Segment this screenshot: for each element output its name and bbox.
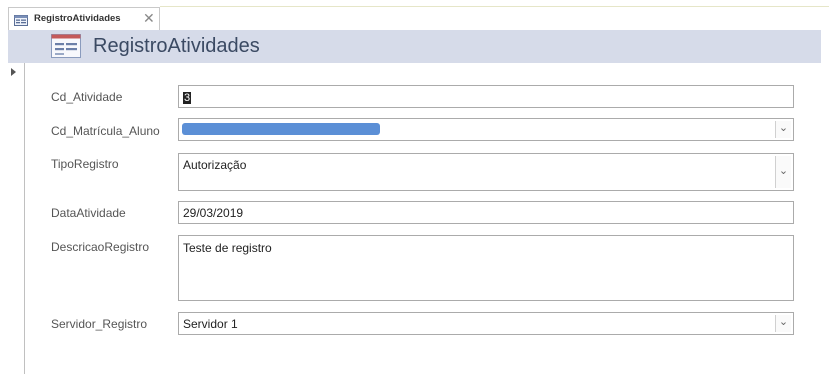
tipo-registro-value: Autorização xyxy=(183,158,247,172)
descricao-registro-textarea[interactable]: Teste de registro xyxy=(178,235,794,301)
document-tab-strip: RegistroAtividades ✕ xyxy=(0,0,829,30)
tipo-registro-combobox[interactable]: Autorização ⌄ xyxy=(178,153,794,191)
tipo-registro-dropdown-button[interactable]: ⌄ xyxy=(775,156,791,188)
descricao-registro-label: DescricaoRegistro xyxy=(51,240,150,254)
cd-atividade-value: 3 xyxy=(183,92,192,104)
cd-atividade-field[interactable]: 3 xyxy=(178,85,794,108)
chevron-down-icon: ⌄ xyxy=(778,164,789,177)
chevron-down-icon: ⌄ xyxy=(778,122,789,134)
data-atividade-label: DataAtividade xyxy=(51,206,126,220)
form-title: RegistroAtividades xyxy=(93,35,260,57)
cd-matricula-label: Cd_Matrícula_Aluno xyxy=(51,124,160,138)
chevron-down-icon: ⌄ xyxy=(778,316,789,328)
tipo-registro-label: TipoRegistro xyxy=(51,157,119,171)
close-icon[interactable]: ✕ xyxy=(143,10,155,27)
data-atividade-field[interactable]: 29/03/2019 xyxy=(178,201,794,224)
record-selector[interactable] xyxy=(8,63,25,374)
servidor-registro-value: Servidor 1 xyxy=(183,317,238,331)
servidor-registro-label: Servidor_Registro xyxy=(51,317,148,331)
descricao-registro-value: Teste de registro xyxy=(183,241,272,255)
servidor-registro-dropdown-button[interactable]: ⌄ xyxy=(775,315,791,332)
cd-atividade-label: Cd_Atividade xyxy=(51,90,123,104)
form-header: RegistroAtividades xyxy=(8,30,821,63)
servidor-registro-combobox[interactable]: Servidor 1 ⌄ xyxy=(178,312,794,335)
data-atividade-value: 29/03/2019 xyxy=(183,206,244,220)
tab-label: RegistroAtividades xyxy=(34,13,121,24)
tab-registro-atividades[interactable]: RegistroAtividades ✕ xyxy=(8,7,160,30)
matricula-value-highlight xyxy=(182,123,380,135)
record-arrow-icon xyxy=(11,68,16,76)
form-icon xyxy=(51,34,81,63)
cd-matricula-dropdown-button[interactable]: ⌄ xyxy=(775,121,791,138)
cd-matricula-combobox[interactable]: ⌄ xyxy=(178,118,794,141)
form-tab-icon xyxy=(14,13,28,31)
tab-strip-divider xyxy=(160,6,829,7)
